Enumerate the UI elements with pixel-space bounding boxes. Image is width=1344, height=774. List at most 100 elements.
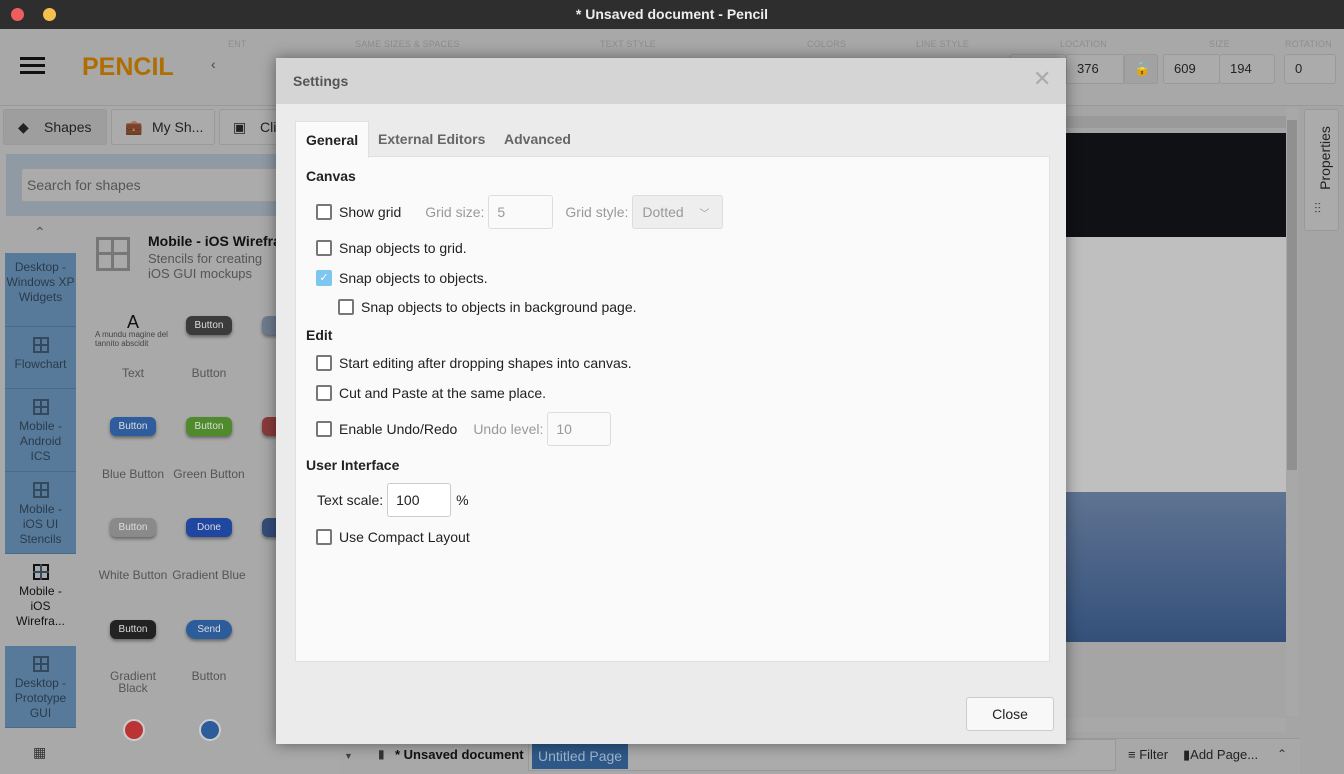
category-item[interactable]: Desktop - Windows XP Widgets [5, 253, 76, 327]
tab-label: Shapes [44, 119, 92, 135]
shape-label: Green Button [173, 467, 245, 481]
grid-icon [32, 337, 49, 353]
width-input[interactable]: 609 [1163, 54, 1220, 84]
grid-style-value: Dotted [642, 204, 684, 220]
round-icon-shape[interactable] [199, 719, 221, 741]
scroll-up-icon[interactable]: ⌃ [34, 224, 46, 241]
window-title: * Unsaved document - Pencil [575, 6, 769, 22]
grid-style-select[interactable]: Dotted ﹀ [632, 195, 724, 229]
grid-icon [32, 399, 49, 415]
shape-item[interactable]: Button Button [171, 316, 247, 379]
shape-item[interactable]: Send Button [171, 620, 247, 682]
snap-grid-checkbox[interactable] [316, 240, 332, 256]
search-input[interactable]: Search for shapes [21, 168, 291, 202]
percent-label: % [456, 492, 469, 508]
text-scale-input[interactable]: 100 [387, 483, 452, 517]
menu-icon[interactable] [20, 57, 45, 74]
apps-grid-icon[interactable]: ▦ [33, 744, 46, 761]
settings-dialog: Settings ✕ General External Editors Adva… [276, 58, 1066, 744]
compact-row: Use Compact Layout [316, 527, 470, 547]
snap-bg-row: Snap objects to objects in background pa… [338, 297, 637, 317]
tab-my-shapes[interactable]: 💼 My Sh... [111, 109, 215, 145]
close-icon[interactable]: ✕ [1033, 66, 1051, 92]
add-page-label: Add Page... [1190, 747, 1259, 762]
round-icon-shape[interactable] [123, 719, 145, 741]
shape-item[interactable]: Button Blue Button [95, 417, 171, 480]
button-preview: Send [186, 620, 232, 639]
group-label: COLORS [807, 39, 847, 49]
show-grid-checkbox[interactable] [316, 204, 332, 220]
snap-objects-checkbox[interactable]: ✓ [316, 270, 332, 286]
group-label: TEXT STYLE [600, 39, 656, 49]
snap-objects-row: ✓ Snap objects to objects. [316, 268, 488, 288]
cut-paste-label: Cut and Paste at the same place. [339, 385, 547, 401]
text-scale-row: Text scale: 100% [317, 483, 469, 517]
category-label: Mobile - iOS Wirefra... [16, 584, 65, 628]
location-y-input[interactable]: 376 [1066, 54, 1124, 84]
tab-general[interactable]: General [295, 121, 370, 158]
document-name[interactable]: * Unsaved document [395, 747, 524, 762]
collapse-icon[interactable]: ‹ [211, 56, 216, 72]
chevron-down-icon: ﹀ [699, 209, 710, 220]
text-scale-label: Text scale: [317, 492, 384, 508]
undo-checkbox[interactable] [316, 421, 332, 437]
tab-shapes[interactable]: ◆ Shapes [3, 109, 107, 145]
group-label: LINE STYLE [916, 39, 970, 49]
grid-style-label: Grid style: [565, 204, 629, 220]
shape-preview: Button [95, 417, 171, 457]
shape-label: White Button [98, 568, 168, 582]
section-edit: Edit [306, 327, 333, 343]
category-label: Flowchart [14, 357, 67, 371]
filter-button[interactable]: ≡ Filter [1128, 747, 1168, 762]
shape-label: Text [121, 366, 144, 380]
category-item[interactable]: Flowchart [5, 327, 76, 389]
shape-preview: Button [171, 417, 247, 457]
app-logo: PENCIL [82, 53, 174, 81]
vertical-scrollbar[interactable] [1286, 108, 1298, 716]
properties-button[interactable]: Properties ⫶⫶ [1304, 109, 1339, 231]
collection-title: Mobile - iOS Wirefra [148, 233, 281, 249]
height-input[interactable]: 194 [1219, 54, 1275, 84]
tab-external-editors[interactable]: External Editors [368, 121, 495, 157]
shape-preview: AA mundu magine del tannito abscidit [95, 313, 171, 356]
lock-icon[interactable]: 🔒 [1124, 54, 1158, 84]
grid-icon [32, 482, 49, 498]
start-editing-checkbox[interactable] [316, 355, 332, 371]
briefcase-icon: 💼 [125, 119, 143, 135]
shape-item[interactable]: Button Green Button [171, 417, 247, 480]
add-page-button[interactable]: ▮Add Page... [1183, 747, 1258, 763]
group-label: SIZE [1209, 39, 1230, 49]
shape-item[interactable]: Button Gradient Black [95, 620, 171, 694]
expand-icon[interactable]: ⌃ [1277, 747, 1287, 761]
close-window-icon[interactable] [11, 8, 24, 21]
collection-description: Stencils for creating iOS GUI mockups [148, 251, 263, 281]
compact-checkbox[interactable] [316, 529, 332, 545]
shape-item[interactable]: AA mundu magine del tannito abscidit Text [95, 313, 171, 379]
button-preview: Button [186, 316, 232, 335]
category-item[interactable]: Desktop - Prototype GUI [5, 646, 76, 728]
dropdown-icon[interactable]: ▼ [344, 751, 353, 761]
category-item-active[interactable]: Mobile - iOS Wirefra... [5, 554, 76, 636]
shape-label: Gradient Blue [172, 568, 246, 582]
category-item[interactable]: Mobile - iOS UI Stencils [5, 472, 76, 554]
grid-icon [32, 656, 49, 672]
group-label: SAME SIZES & SPACES [355, 39, 460, 49]
snap-bg-checkbox[interactable] [338, 299, 354, 315]
start-editing-label: Start editing after dropping shapes into… [339, 355, 632, 371]
page-tab[interactable]: Untitled Page [532, 743, 629, 769]
close-button[interactable]: Close [966, 697, 1054, 731]
undo-level-input[interactable]: 10 [547, 412, 612, 446]
shape-item[interactable]: Done Gradient Blue [171, 518, 247, 581]
cut-paste-checkbox[interactable] [316, 385, 332, 401]
shape-item[interactable]: Button White Button [95, 518, 171, 581]
rotation-input[interactable]: 0 [1284, 54, 1336, 84]
tab-advanced[interactable]: Advanced [494, 121, 581, 157]
filter-label: Filter [1139, 747, 1169, 762]
category-item[interactable]: Mobile - Android ICS [5, 389, 76, 472]
shape-preview: Button [95, 518, 171, 558]
category-label: Desktop - Windows XP Widgets [6, 260, 75, 304]
start-editing-row: Start editing after dropping shapes into… [316, 353, 632, 373]
grid-size-input[interactable]: 5 [488, 195, 554, 229]
compact-label: Use Compact Layout [339, 529, 470, 545]
minimize-window-icon[interactable] [43, 8, 56, 21]
